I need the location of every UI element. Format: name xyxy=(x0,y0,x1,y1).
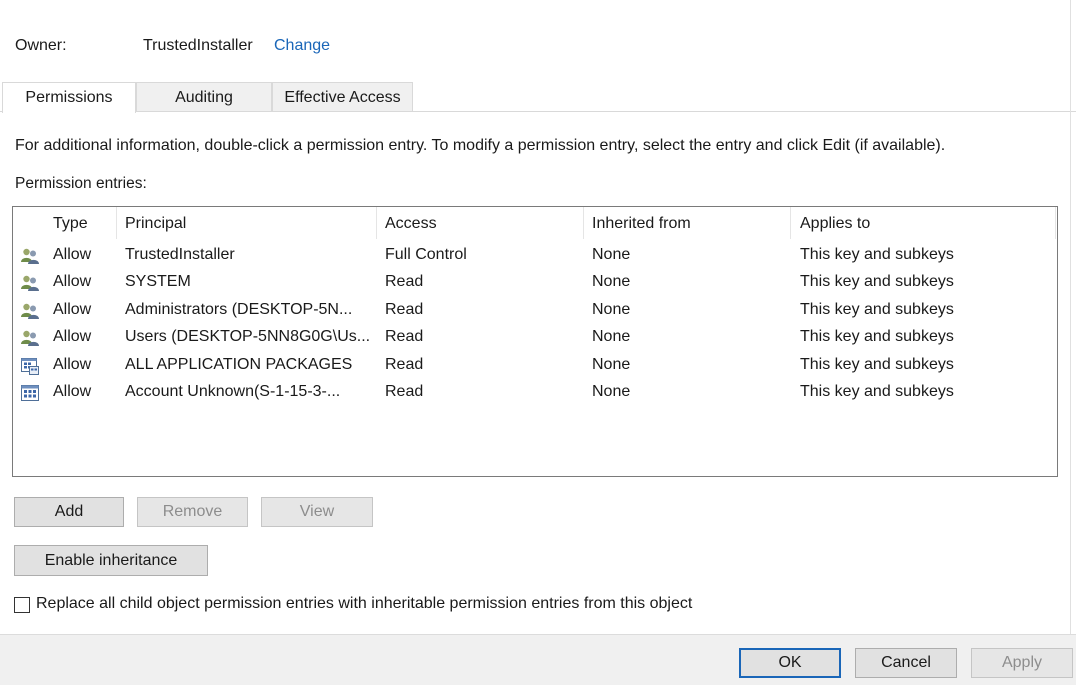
header-applies-to[interactable]: Applies to xyxy=(800,215,870,233)
replace-child-permissions-checkbox[interactable] xyxy=(14,597,30,613)
app-grid-icon xyxy=(20,383,40,403)
row-applies-to: This key and subkeys xyxy=(800,356,954,373)
row-inherited-from: None xyxy=(592,246,631,263)
owner-label: Owner: xyxy=(15,37,67,54)
ok-button[interactable]: OK xyxy=(739,648,841,678)
header-type[interactable]: Type xyxy=(53,215,88,233)
row-principal: SYSTEM xyxy=(125,273,191,290)
row-access: Read xyxy=(385,383,424,400)
header-principal[interactable]: Principal xyxy=(125,215,186,233)
tab-effective-access[interactable]: Effective Access xyxy=(272,82,413,112)
header-inherited-from[interactable]: Inherited from xyxy=(592,215,691,233)
table-row[interactable]: Allow Account Unknown(S-1-15-3-... Read … xyxy=(13,380,1057,407)
dialog-footer: OK Cancel Apply xyxy=(0,634,1076,685)
permission-entries-label: Permission entries: xyxy=(15,175,147,192)
row-principal: TrustedInstaller xyxy=(125,246,235,263)
row-applies-to: This key and subkeys xyxy=(800,246,954,263)
users-icon xyxy=(20,328,40,348)
header-divider xyxy=(116,207,117,239)
header-divider xyxy=(583,207,584,239)
owner-value: TrustedInstaller xyxy=(143,37,253,54)
table-row[interactable]: Allow TrustedInstaller Full Control None… xyxy=(13,243,1057,270)
cancel-button[interactable]: Cancel xyxy=(855,648,957,678)
row-type: Allow xyxy=(53,301,92,318)
row-type: Allow xyxy=(53,246,92,263)
row-principal: Administrators (DESKTOP-5N... xyxy=(125,301,353,318)
table-row[interactable]: Allow Users (DESKTOP-5NN8G0G\Us... Read … xyxy=(13,325,1057,352)
header-divider xyxy=(790,207,791,239)
row-inherited-from: None xyxy=(592,301,631,318)
row-type: Allow xyxy=(53,273,92,290)
row-principal: Account Unknown(S-1-15-3-... xyxy=(125,383,341,400)
header-divider xyxy=(376,207,377,239)
remove-button[interactable]: Remove xyxy=(137,497,248,527)
replace-child-permissions-label[interactable]: Replace all child object permission entr… xyxy=(36,595,692,613)
row-access: Read xyxy=(385,356,424,373)
row-type: Allow xyxy=(53,328,92,345)
row-applies-to: This key and subkeys xyxy=(800,273,954,290)
permission-entries-list[interactable]: Type Principal Access Inherited from App… xyxy=(12,206,1058,477)
row-access: Read xyxy=(385,301,424,318)
row-applies-to: This key and subkeys xyxy=(800,301,954,318)
add-button[interactable]: Add xyxy=(14,497,124,527)
table-row[interactable]: Allow SYSTEM Read None This key and subk… xyxy=(13,270,1057,297)
tab-divider xyxy=(0,111,1076,112)
row-principal: ALL APPLICATION PACKAGES xyxy=(125,356,353,373)
tab-auditing[interactable]: Auditing xyxy=(136,82,272,112)
panel-right-border xyxy=(1070,0,1071,634)
row-inherited-from: None xyxy=(592,383,631,400)
change-owner-link[interactable]: Change xyxy=(274,37,330,55)
header-access[interactable]: Access xyxy=(385,215,437,233)
users-icon xyxy=(20,246,40,266)
row-principal: Users (DESKTOP-5NN8G0G\Us... xyxy=(125,328,371,345)
header-divider xyxy=(1055,207,1056,239)
apply-button[interactable]: Apply xyxy=(971,648,1073,678)
view-button[interactable]: View xyxy=(261,497,373,527)
row-applies-to: This key and subkeys xyxy=(800,328,954,345)
row-inherited-from: None xyxy=(592,356,631,373)
users-icon xyxy=(20,273,40,293)
table-row[interactable]: Allow ALL APPLICATION PACKAGES Read None… xyxy=(13,353,1057,380)
enable-inheritance-button[interactable]: Enable inheritance xyxy=(14,545,208,576)
row-type: Allow xyxy=(53,383,92,400)
row-type: Allow xyxy=(53,356,92,373)
row-access: Full Control xyxy=(385,246,467,263)
app-packages-icon xyxy=(20,356,40,376)
info-text: For additional information, double-click… xyxy=(15,137,946,154)
table-row[interactable]: Allow Administrators (DESKTOP-5N... Read… xyxy=(13,298,1057,325)
row-applies-to: This key and subkeys xyxy=(800,383,954,400)
row-inherited-from: None xyxy=(592,273,631,290)
list-header: Type Principal Access Inherited from App… xyxy=(13,207,1057,241)
row-inherited-from: None xyxy=(592,328,631,345)
row-access: Read xyxy=(385,273,424,290)
users-icon xyxy=(20,301,40,321)
tab-permissions[interactable]: Permissions xyxy=(2,82,136,113)
row-access: Read xyxy=(385,328,424,345)
